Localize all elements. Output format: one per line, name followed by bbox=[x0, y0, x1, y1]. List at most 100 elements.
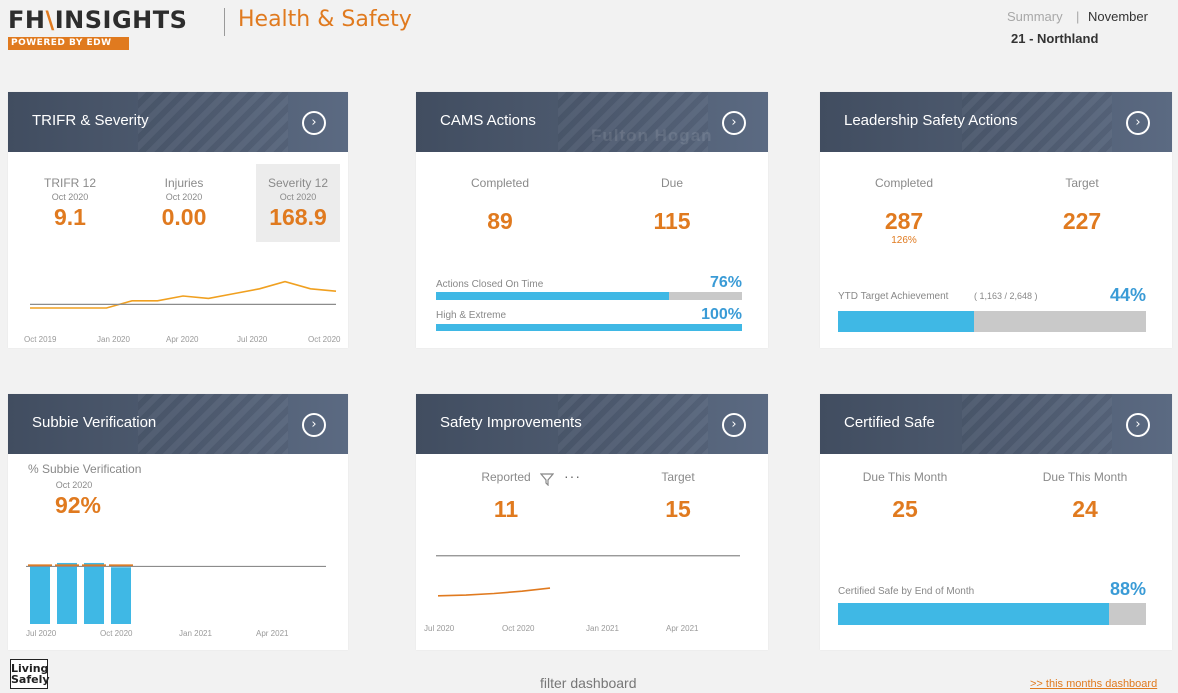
completed-label: Completed bbox=[874, 176, 934, 190]
due-right-label: Due This Month bbox=[1042, 470, 1128, 484]
ytd-percent: 44% bbox=[1109, 285, 1146, 305]
subbie-bar bbox=[57, 562, 77, 624]
certified-bar-label: Certified Safe by End of Month bbox=[838, 586, 975, 597]
completed-label: Completed bbox=[470, 176, 530, 190]
subbie-date: Oct 2020 bbox=[55, 480, 93, 490]
on-time-bar bbox=[436, 292, 742, 300]
metric-value-severity: 168.9 bbox=[269, 204, 327, 230]
filter-icon[interactable] bbox=[540, 472, 554, 486]
reported-value: 11 bbox=[493, 496, 519, 522]
x-tick: Apr 2020 bbox=[166, 335, 199, 344]
x-tick: Apr 2021 bbox=[256, 629, 289, 638]
metric-date-injuries: Oct 2020 bbox=[165, 192, 203, 202]
metric-date-trifr: Oct 2020 bbox=[51, 192, 89, 202]
brand-slash: \ bbox=[45, 6, 55, 34]
card-title: CAMS Actions bbox=[440, 112, 536, 129]
certified-bar-fill bbox=[838, 603, 1110, 625]
metric-date-severity: Oct 2020 bbox=[279, 192, 317, 202]
x-tick: Jul 2020 bbox=[237, 335, 268, 344]
high-extreme-percent: 100% bbox=[701, 306, 742, 323]
certified-percent: 88% bbox=[1109, 579, 1146, 599]
card-header: Certified Safe › bbox=[820, 394, 1172, 454]
x-tick: Oct 2020 bbox=[308, 335, 341, 344]
navigate-arrow-icon[interactable]: › bbox=[1126, 413, 1150, 437]
subbie-bar bbox=[30, 566, 50, 624]
due-left-value: 25 bbox=[892, 496, 918, 522]
metric-label-severity: Severity 12 bbox=[267, 176, 329, 190]
more-options-icon[interactable]: ··· bbox=[564, 468, 581, 484]
header-divider bbox=[224, 8, 225, 36]
x-tick: Oct 2020 bbox=[502, 624, 535, 633]
header-watermark: Fulton Hogan bbox=[591, 126, 713, 145]
metric-value-injuries: 0.00 bbox=[161, 204, 207, 230]
navigate-arrow-icon[interactable]: › bbox=[302, 413, 326, 437]
card-header: Safety Improvements › bbox=[416, 394, 768, 454]
card-title: Certified Safe bbox=[844, 414, 935, 431]
due-right-value: 24 bbox=[1072, 496, 1098, 522]
metric-label-trifr: TRIFR 12 bbox=[43, 176, 96, 190]
target-label: Target bbox=[1065, 176, 1099, 190]
navigate-arrow-icon[interactable]: › bbox=[722, 111, 746, 135]
navigate-arrow-icon[interactable]: › bbox=[302, 111, 326, 135]
high-extreme-bar bbox=[436, 324, 742, 331]
region-label: 21 - Northland bbox=[1011, 31, 1099, 46]
x-tick: Jul 2020 bbox=[26, 629, 57, 638]
subbie-value: 92% bbox=[54, 492, 102, 518]
card-header: Leadership Safety Actions › bbox=[820, 92, 1172, 152]
on-time-bar-fill bbox=[436, 292, 669, 300]
metric-label-injuries: Injuries bbox=[164, 176, 204, 190]
card-improvements: Safety Improvements › Reported ··· 11 Ta… bbox=[416, 394, 768, 650]
card-title: Leadership Safety Actions bbox=[844, 112, 1018, 129]
x-tick: Oct 2019 bbox=[24, 335, 57, 344]
navigate-arrow-icon[interactable]: › bbox=[722, 413, 746, 437]
certified-bar bbox=[838, 603, 1146, 625]
target-label: Target bbox=[661, 470, 695, 484]
x-tick: Jan 2021 bbox=[586, 624, 619, 633]
ytd-bar-fill bbox=[838, 311, 974, 332]
x-tick: Jan 2021 bbox=[179, 629, 212, 638]
metric-value-trifr: 9.1 bbox=[54, 204, 86, 230]
card-subbie: Subbie Verification › % Subbie Verificat… bbox=[8, 394, 348, 650]
due-value: 115 bbox=[653, 208, 691, 234]
card-header: Fulton Hogan CAMS Actions › bbox=[416, 92, 768, 152]
completed-value: 287 bbox=[884, 208, 924, 234]
high-extreme-label: High & Extreme bbox=[436, 310, 507, 321]
x-tick: Apr 2021 bbox=[666, 624, 699, 633]
improvements-trend-chart bbox=[436, 555, 740, 597]
month-label: November bbox=[1088, 9, 1148, 24]
card-cams: Fulton Hogan CAMS Actions › Completed 89… bbox=[416, 92, 768, 348]
due-left-label: Due This Month bbox=[862, 470, 948, 484]
on-time-percent: 76% bbox=[709, 274, 742, 291]
card-header: TRIFR & Severity › bbox=[8, 92, 348, 152]
ytd-bar bbox=[838, 311, 1146, 332]
target-value: 15 bbox=[665, 496, 691, 522]
subbie-bar bbox=[84, 562, 104, 624]
ytd-detail: ( 1,163 / 2,648 ) bbox=[974, 291, 1038, 301]
page-title: Health & Safety bbox=[238, 7, 412, 32]
navigate-arrow-icon[interactable]: › bbox=[1126, 111, 1150, 135]
brand-fh: FH bbox=[8, 6, 46, 34]
brand-insights: INSIGHTS bbox=[54, 6, 188, 34]
card-title: Safety Improvements bbox=[440, 414, 582, 431]
ytd-label: YTD Target Achievement bbox=[838, 291, 949, 302]
due-label: Due bbox=[660, 176, 683, 190]
brand-powered-by: POWERED BY EDW bbox=[8, 37, 129, 50]
completed-percent: 126% bbox=[891, 235, 917, 246]
filter-dashboard-button[interactable]: filter dashboard bbox=[540, 675, 637, 691]
this-months-dashboard-link[interactable]: >> this months dashboard bbox=[1030, 678, 1157, 690]
x-tick: Jan 2020 bbox=[97, 335, 130, 344]
x-tick: Oct 2020 bbox=[100, 629, 133, 638]
card-certified: Certified Safe › Due This Month 25 Due T… bbox=[820, 394, 1172, 650]
summary-link[interactable]: Summary bbox=[1007, 9, 1063, 24]
living-safely-logo: Living Safely bbox=[10, 659, 50, 689]
card-trifr: TRIFR & Severity › TRIFR 12 Oct 2020 9.1… bbox=[8, 92, 348, 348]
trifr-trend-chart bbox=[30, 280, 337, 309]
high-extreme-bar-fill bbox=[436, 324, 742, 331]
on-time-label: Actions Closed On Time bbox=[436, 279, 544, 290]
card-leadership: Leadership Safety Actions › Completed 28… bbox=[820, 92, 1172, 348]
card-header: Subbie Verification › bbox=[8, 394, 348, 454]
x-tick: Jul 2020 bbox=[424, 624, 455, 633]
subbie-bar bbox=[111, 567, 131, 624]
improvements-series-line bbox=[437, 587, 551, 597]
brand-logo: FH\INSIGHTS bbox=[8, 6, 187, 34]
